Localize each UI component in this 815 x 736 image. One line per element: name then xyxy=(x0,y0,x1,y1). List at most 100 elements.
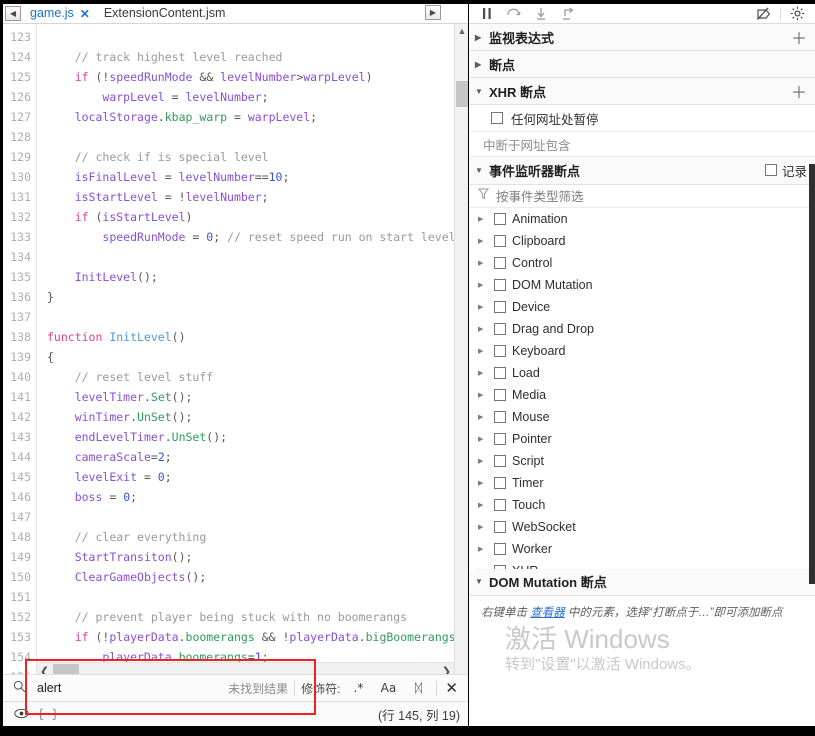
code-line[interactable]: if (!speedRunMode && levelNumber>warpLev… xyxy=(47,67,468,87)
line-number[interactable]: 154 xyxy=(3,647,31,667)
search-input[interactable] xyxy=(35,681,223,695)
section-watch-expressions[interactable]: ▶ 监视表达式 ＋ xyxy=(469,24,815,52)
chevron-right-icon[interactable]: ▶ xyxy=(478,391,488,399)
event-log-toggle[interactable]: 记录 xyxy=(764,161,807,180)
event-category-row[interactable]: ▶ Script xyxy=(469,450,815,472)
tab-extensioncontent-jsm[interactable]: ExtensionContent.jsm xyxy=(97,4,233,23)
event-category-checkbox[interactable] xyxy=(494,234,506,247)
section-dom-mutation-breakpoints[interactable]: ▼ DOM Mutation 断点 xyxy=(469,568,815,597)
step-in-icon[interactable] xyxy=(527,5,554,23)
line-number[interactable]: 151 xyxy=(3,587,31,607)
event-category-checkbox[interactable] xyxy=(494,366,506,379)
code-line[interactable]: function InitLevel() xyxy=(47,327,468,347)
event-category-row[interactable]: ▶ Worker xyxy=(469,538,815,560)
code-line[interactable]: InitLevel(); xyxy=(47,267,468,287)
line-number[interactable]: 153 xyxy=(3,627,31,647)
event-category-row[interactable]: ▶ Control xyxy=(469,252,815,274)
pause-any-url-checkbox[interactable] xyxy=(491,112,503,125)
code-line[interactable]: winTimer.UnSet(); xyxy=(47,407,468,427)
code-line[interactable]: // track highest level reached xyxy=(47,47,468,67)
chevron-right-icon[interactable]: ▶ xyxy=(475,33,489,42)
match-case-toggle[interactable]: Aa xyxy=(376,681,400,695)
code-line[interactable]: } xyxy=(47,287,468,307)
close-icon[interactable]: ✕ xyxy=(80,8,90,20)
code-line[interactable]: localStorage.kbap_warp = warpLevel; xyxy=(47,107,468,127)
step-out-icon[interactable] xyxy=(554,5,581,23)
line-number[interactable]: 150 xyxy=(3,567,31,587)
event-category-row[interactable]: ▶ Animation xyxy=(469,208,815,230)
step-over-icon[interactable] xyxy=(500,5,527,23)
event-category-row[interactable]: ▶XHR xyxy=(469,560,815,569)
chevron-right-icon[interactable]: ▶ xyxy=(478,303,488,311)
chevron-right-icon[interactable]: ▶ xyxy=(478,325,488,333)
event-category-checkbox[interactable] xyxy=(494,498,506,511)
line-number[interactable]: 142 xyxy=(3,407,31,427)
scrollbar-thumb[interactable] xyxy=(456,81,468,107)
line-number[interactable]: 145 xyxy=(3,467,31,487)
event-category-row[interactable]: ▶ Clipboard xyxy=(469,230,815,252)
chevron-right-icon[interactable]: ▶ xyxy=(478,501,488,509)
line-number[interactable]: 136 xyxy=(3,287,31,307)
event-category-checkbox[interactable] xyxy=(494,256,506,269)
event-category-row[interactable]: ▶ Mouse xyxy=(469,406,815,428)
line-number[interactable]: 146 xyxy=(3,487,31,507)
event-category-checkbox[interactable] xyxy=(494,432,506,445)
line-number[interactable]: 125 xyxy=(3,67,31,87)
chevron-down-icon[interactable]: ▼ xyxy=(475,87,489,96)
eye-icon[interactable] xyxy=(11,707,31,722)
code-line[interactable]: // reset level stuff xyxy=(47,367,468,387)
chevron-right-icon[interactable]: ▶ xyxy=(478,369,488,377)
line-number[interactable]: 140 xyxy=(3,367,31,387)
pause-any-url-row[interactable]: 任何网址处暂停 xyxy=(469,105,815,133)
chevron-right-icon[interactable]: ▶ xyxy=(478,479,488,487)
code-line[interactable]: if (!playerData.boomerangs && !playerDat… xyxy=(47,627,468,647)
gear-icon[interactable] xyxy=(784,5,811,23)
line-number[interactable]: 144 xyxy=(3,447,31,467)
scroll-up-icon[interactable]: ▲ xyxy=(455,24,468,38)
chevron-right-icon[interactable]: ▶ xyxy=(478,281,488,289)
chevron-right-icon[interactable]: ▶ xyxy=(478,435,488,443)
scroll-tabs-right-icon[interactable]: ▶ xyxy=(425,5,441,20)
event-category-checkbox[interactable] xyxy=(494,542,506,555)
code-line[interactable]: levelTimer.Set(); xyxy=(47,387,468,407)
event-filter-row[interactable]: 按事件类型筛选 xyxy=(469,185,815,208)
code-line[interactable]: isFinalLevel = levelNumber==10; xyxy=(47,167,468,187)
code-line[interactable]: boss = 0; xyxy=(47,487,468,507)
chevron-right-icon[interactable]: ▶ xyxy=(478,347,488,355)
line-number[interactable]: 126 xyxy=(3,87,31,107)
event-category-checkbox[interactable] xyxy=(494,322,506,335)
event-category-checkbox[interactable] xyxy=(494,454,506,467)
code-line[interactable] xyxy=(47,587,468,607)
xhr-url-input-row[interactable]: 中断于网址包含 xyxy=(469,132,815,158)
line-number[interactable]: 124 xyxy=(3,47,31,67)
chevron-right-icon[interactable]: ▶ xyxy=(478,545,488,553)
event-category-checkbox[interactable] xyxy=(494,278,506,291)
code-line[interactable] xyxy=(47,307,468,327)
pretty-print-button[interactable]: { } xyxy=(37,707,59,721)
line-number[interactable]: 135 xyxy=(3,267,31,287)
line-number[interactable]: 152 xyxy=(3,607,31,627)
chevron-down-icon[interactable]: ▼ xyxy=(475,577,489,586)
line-number[interactable]: 138 xyxy=(3,327,31,347)
chevron-right-icon[interactable]: ▶ xyxy=(478,457,488,465)
line-number[interactable]: 131 xyxy=(3,187,31,207)
event-category-row[interactable]: ▶ Timer xyxy=(469,472,815,494)
line-number[interactable]: 137 xyxy=(3,307,31,327)
code-line[interactable]: if (isStartLevel) xyxy=(47,207,468,227)
editor-vertical-scrollbar[interactable]: ▲ ▼ xyxy=(454,24,468,726)
chevron-right-icon[interactable]: ▶ xyxy=(478,413,488,421)
code-line[interactable] xyxy=(47,27,468,47)
tab-game-js[interactable]: game.js ✕ xyxy=(23,4,97,23)
line-number[interactable]: 133 xyxy=(3,227,31,247)
event-category-checkbox[interactable] xyxy=(494,300,506,313)
add-watch-expression-button[interactable]: ＋ xyxy=(791,25,807,49)
event-category-row[interactable]: ▶ Touch xyxy=(469,494,815,516)
scrollbar-thumb[interactable] xyxy=(809,164,815,584)
code-line[interactable]: // clear everything xyxy=(47,527,468,547)
code-line[interactable]: levelExit = 0; xyxy=(47,467,468,487)
event-category-checkbox[interactable] xyxy=(494,212,506,225)
line-number[interactable]: 127 xyxy=(3,107,31,127)
code-line[interactable]: // prevent player being stuck with no bo… xyxy=(47,607,468,627)
source-code[interactable]: // track highest level reached if (!spee… xyxy=(37,24,468,726)
breakpoints-off-icon[interactable] xyxy=(750,5,777,23)
